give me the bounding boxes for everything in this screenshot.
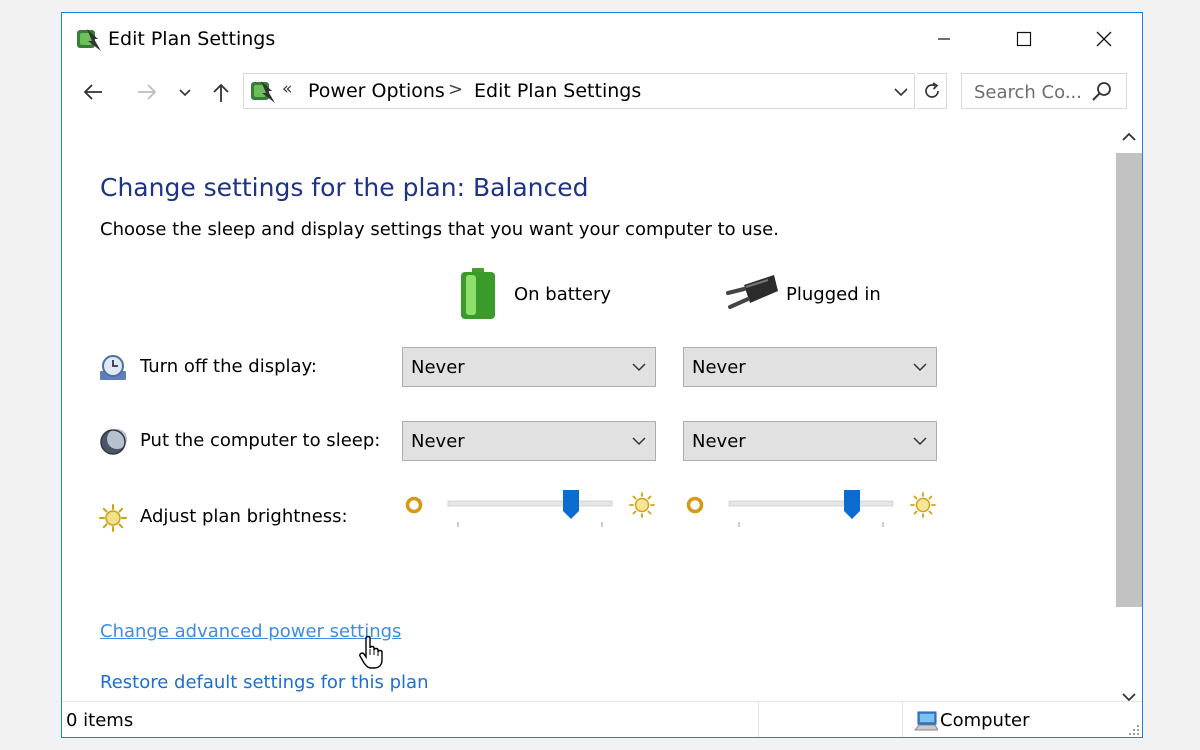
address-bar[interactable]: « Power Options > Edit Plan Settings (243, 73, 915, 109)
power-options-icon (77, 29, 101, 51)
close-button[interactable] (1064, 13, 1142, 65)
power-plug-icon (726, 275, 778, 309)
bright-icon (629, 492, 655, 518)
close-icon (1096, 31, 1112, 47)
forward-button[interactable] (132, 77, 162, 107)
window-title: Edit Plan Settings (108, 28, 276, 50)
vertical-scrollbar[interactable] (1114, 123, 1142, 713)
chevron-down-icon (179, 89, 191, 97)
display-plugged-value: Never (692, 357, 746, 378)
brightness-plugged-slider[interactable] (683, 485, 939, 529)
moon-icon (100, 429, 127, 455)
back-button[interactable] (78, 77, 108, 107)
brightness-icon (99, 504, 127, 532)
monitor-clock-icon (100, 355, 126, 380)
edit-plan-settings-window: Edit Plan Settings « Power Options > Edi… (61, 12, 1143, 738)
minimize-icon (938, 38, 950, 40)
maximize-button[interactable] (984, 13, 1064, 65)
breadcrumb-separator[interactable]: > (448, 79, 463, 100)
slider-track (728, 500, 894, 507)
resize-grip-icon[interactable] (1126, 722, 1140, 736)
arrow-left-icon (83, 84, 102, 100)
plugged-in-header: Plugged in (786, 284, 881, 305)
navigation-bar: « Power Options > Edit Plan Settings Sea… (62, 73, 1142, 111)
scroll-up-button[interactable] (1114, 125, 1142, 149)
slider-thumb[interactable] (563, 490, 579, 519)
arrow-right-icon (138, 84, 157, 100)
plan-settings-content: Change settings for the plan: Balanced C… (62, 123, 1114, 713)
status-divider (902, 702, 903, 737)
sleep-plugged-value: Never (692, 431, 746, 452)
hand-cursor-icon (359, 635, 383, 669)
battery-icon (461, 268, 495, 319)
search-input[interactable]: Search Co... (974, 82, 1082, 103)
computer-icon (914, 711, 938, 731)
sleep-label: Put the computer to sleep: (140, 430, 381, 451)
chevron-up-icon (1122, 132, 1136, 141)
minimize-button[interactable] (904, 13, 984, 65)
chevron-down-icon (913, 437, 927, 446)
sleep-plugged-select[interactable]: Never (683, 421, 937, 461)
restore-default-settings-link[interactable]: Restore default settings for this plan (100, 672, 428, 693)
breadcrumb-overflow[interactable]: « (282, 79, 292, 99)
display-plugged-select[interactable]: Never (683, 347, 937, 387)
chevron-down-icon (913, 363, 927, 372)
search-box[interactable]: Search Co... (961, 73, 1127, 109)
sleep-battery-value: Never (411, 431, 465, 452)
dim-icon (686, 496, 704, 514)
address-dropdown-button[interactable] (890, 80, 912, 104)
refresh-button[interactable] (917, 73, 947, 109)
display-battery-select[interactable]: Never (402, 347, 656, 387)
status-bar: 0 items Computer (62, 701, 1142, 737)
zone-label: Computer (940, 710, 1030, 731)
bright-icon (910, 492, 936, 518)
title-bar[interactable]: Edit Plan Settings (62, 13, 1142, 65)
breadcrumb-power-options[interactable]: Power Options (308, 80, 445, 102)
sleep-battery-select[interactable]: Never (402, 421, 656, 461)
slider-thumb[interactable] (844, 490, 860, 519)
display-battery-value: Never (411, 357, 465, 378)
page-description: Choose the sleep and display settings th… (100, 219, 779, 240)
maximize-icon (1016, 31, 1032, 47)
chevron-down-icon (632, 437, 646, 446)
brightness-battery-slider[interactable] (402, 485, 658, 529)
change-advanced-power-settings-link[interactable]: Change advanced power settings (100, 621, 401, 642)
refresh-icon (924, 82, 939, 98)
scrollbar-thumb[interactable] (1116, 153, 1142, 607)
turn-off-display-label: Turn off the display: (140, 356, 317, 377)
status-divider (758, 702, 759, 737)
power-options-icon (251, 81, 275, 103)
item-count: 0 items (66, 710, 134, 731)
breadcrumb-edit-plan-settings[interactable]: Edit Plan Settings (474, 80, 641, 102)
chevron-down-icon (632, 363, 646, 372)
chevron-down-icon (894, 88, 908, 97)
arrow-up-icon (213, 83, 229, 102)
search-icon[interactable] (1090, 80, 1114, 104)
page-title: Change settings for the plan: Balanced (100, 173, 589, 202)
up-button[interactable] (206, 77, 236, 107)
dim-icon (405, 496, 423, 514)
slider-track (447, 500, 613, 507)
brightness-label: Adjust plan brightness: (140, 506, 348, 527)
recent-locations-button[interactable] (174, 77, 196, 107)
on-battery-header: On battery (514, 284, 611, 305)
